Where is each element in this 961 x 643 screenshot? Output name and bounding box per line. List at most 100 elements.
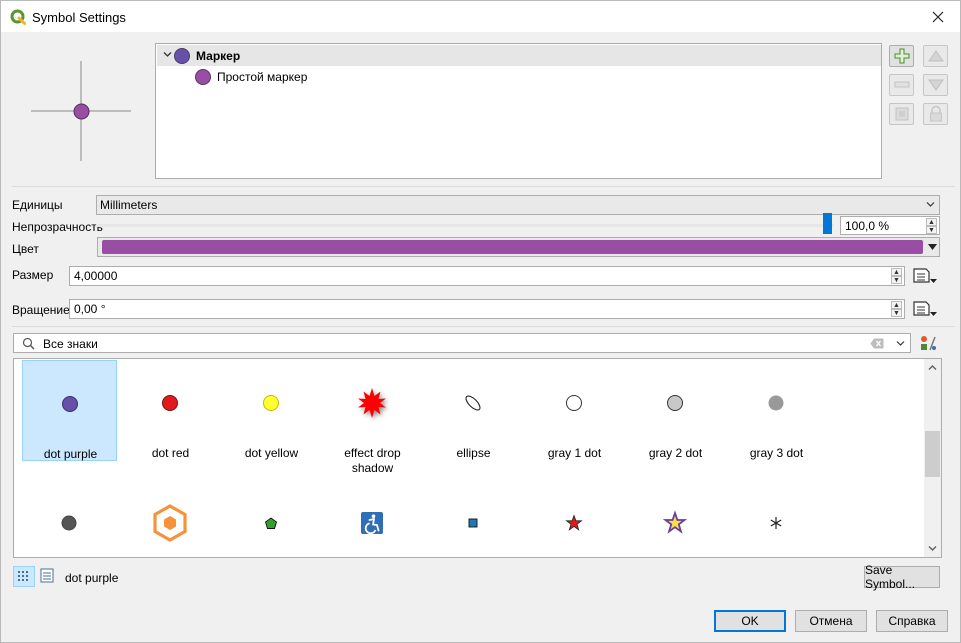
data-defined-override-icon[interactable] <box>911 298 939 320</box>
chevron-down-icon <box>928 244 937 250</box>
close-icon <box>932 11 944 22</box>
triangle-up-icon <box>927 50 944 62</box>
duplicate-icon <box>895 107 908 121</box>
symbol-name: gray 1 dot <box>547 446 602 460</box>
blue-square-icon <box>468 518 478 528</box>
symbol-item-green-pentagon[interactable] <box>224 480 319 557</box>
lock-icon <box>929 106 942 122</box>
scroll-down-button[interactable] <box>924 540 941 557</box>
step-down-icon[interactable]: ▼ <box>926 226 937 234</box>
step-up-icon[interactable]: ▲ <box>891 268 902 276</box>
symbol-item-red-star[interactable] <box>527 480 622 557</box>
color-button[interactable] <box>97 237 940 257</box>
dot-purple-icon <box>62 396 78 412</box>
opacity-spinbox[interactable]: 100,0 % ▲ ▼ <box>840 216 940 235</box>
data-defined-override-icon[interactable] <box>911 265 939 287</box>
symbol-name: gray 2 dot <box>648 446 703 460</box>
symbol-item-orange-hexagon[interactable] <box>123 480 218 557</box>
accessibility-icon <box>361 512 383 535</box>
cancel-button[interactable]: Отмена <box>795 610 867 632</box>
red-starburst-icon <box>358 388 386 418</box>
step-down-icon[interactable]: ▼ <box>891 309 902 317</box>
symbol-name: dot purple <box>43 447 98 461</box>
symbol-item-gray-1-dot[interactable]: gray 1 dot <box>527 360 622 461</box>
selected-symbol-name: dot purple <box>65 571 119 585</box>
ellipse-icon <box>465 395 481 411</box>
units-value: Millimeters <box>100 198 158 212</box>
color-label: Цвет <box>12 242 39 256</box>
symbol-item-purple-star[interactable] <box>628 480 723 557</box>
marker-color-icon <box>174 47 190 64</box>
grid-scrollbar[interactable] <box>924 359 941 557</box>
chevron-down-icon[interactable] <box>896 339 905 348</box>
tree-item-marker[interactable]: Маркер <box>157 45 881 66</box>
list-view-button[interactable] <box>37 566 59 587</box>
red-star-icon <box>565 514 583 531</box>
simple-marker-color-icon <box>195 68 211 85</box>
step-up-icon[interactable]: ▲ <box>891 301 902 309</box>
grid-view-icon <box>18 571 28 581</box>
green-pentagon-icon <box>264 517 278 529</box>
step-down-icon[interactable]: ▼ <box>891 276 902 284</box>
remove-layer-button[interactable] <box>889 74 914 96</box>
symbol-item-gray-2-dot[interactable]: gray 2 dot <box>628 360 723 461</box>
icon-view-button[interactable] <box>13 566 35 587</box>
size-label: Размер <box>12 268 54 282</box>
search-icon <box>22 337 35 350</box>
lock-layer-button[interactable] <box>923 103 948 125</box>
symbol-name: effect drop shadow <box>344 446 401 475</box>
symbol-item-dot-yellow[interactable]: dot yellow <box>224 360 319 461</box>
scroll-up-button[interactable] <box>924 359 941 376</box>
symbol-preview <box>31 61 131 161</box>
symbol-item-dot-purple[interactable]: dot purple <box>22 360 117 461</box>
color-swatch <box>102 240 923 254</box>
plus-icon <box>894 48 909 64</box>
gray-1-dot-icon <box>566 395 582 411</box>
chevron-up-icon <box>928 365 937 370</box>
purple-star-icon <box>662 510 688 534</box>
symbol-layer-tree[interactable]: Маркер Простой маркер <box>155 43 882 179</box>
close-button[interactable] <box>916 1 960 32</box>
rotation-spinbox[interactable]: 0,00 ° ▲ ▼ <box>69 299 905 319</box>
units-combo[interactable]: Millimeters <box>96 195 940 215</box>
style-manager-icon[interactable] <box>919 334 937 352</box>
chevron-down-icon[interactable] <box>160 50 174 62</box>
ok-button[interactable]: OK <box>714 610 786 632</box>
tree-item-label: Простой маркер <box>217 69 308 84</box>
symbol-item-gray-3-dot[interactable]: gray 3 dot <box>729 360 824 461</box>
symbol-library-grid[interactable]: dot purple dot red dot yellow effect dro… <box>13 358 942 558</box>
symbol-settings-dialog: Symbol Settings Маркер Простой маркер Ед… <box>0 0 961 643</box>
opacity-value: 100,0 % <box>845 218 890 233</box>
list-view-icon <box>40 568 54 583</box>
asterisk-icon <box>770 517 782 529</box>
size-spinbox[interactable]: 4,00000 ▲ ▼ <box>69 266 905 286</box>
symbol-name: ellipse <box>456 446 491 460</box>
opacity-slider-handle[interactable] <box>823 213 832 234</box>
separator <box>12 186 955 187</box>
move-up-button[interactable] <box>923 45 948 67</box>
symbol-item-blue-square[interactable] <box>426 480 521 557</box>
save-symbol-button[interactable]: Save Symbol... <box>864 563 940 591</box>
scrollbar-thumb[interactable] <box>925 431 940 477</box>
clear-text-icon[interactable] <box>870 338 884 349</box>
step-up-icon[interactable]: ▲ <box>926 218 937 226</box>
add-layer-button[interactable] <box>889 45 914 67</box>
symbol-item-asterisk[interactable] <box>729 480 824 557</box>
duplicate-layer-button[interactable] <box>889 103 914 125</box>
symbol-name: gray 3 dot <box>749 446 804 460</box>
gray-2-dot-icon <box>667 395 683 411</box>
tree-item-simple-marker[interactable]: Простой маркер <box>157 66 881 87</box>
symbol-item-dark-gray-dot[interactable] <box>22 480 117 557</box>
help-button[interactable]: Справка <box>876 610 948 632</box>
move-down-button[interactable] <box>923 74 948 96</box>
opacity-slider-track[interactable] <box>96 224 834 227</box>
symbol-item-effect-drop-shadow[interactable]: effect drop shadow <box>325 360 420 475</box>
symbol-item-accessibility[interactable] <box>325 480 420 557</box>
dot-red-icon <box>162 395 178 411</box>
symbol-item-ellipse[interactable]: ellipse <box>426 360 521 461</box>
symbol-search-input[interactable]: Все знаки <box>13 333 911 353</box>
chevron-down-icon <box>928 546 937 551</box>
opacity-label: Непрозрачность <box>12 220 103 234</box>
symbol-item-dot-red[interactable]: dot red <box>123 360 218 461</box>
dark-gray-dot-icon <box>61 515 77 531</box>
